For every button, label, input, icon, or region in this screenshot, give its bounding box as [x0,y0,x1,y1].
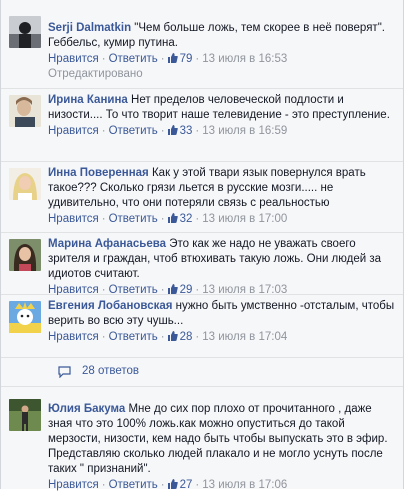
thumbs-up-icon [167,53,178,63]
comment-author[interactable]: Serji Dalmatkin [48,22,131,34]
like-count[interactable]: 27 [167,479,192,491]
reply-button[interactable]: Ответить [109,53,158,65]
comment-author[interactable]: Евгения Лобановская [48,300,172,312]
view-replies-row[interactable]: 28 ответов [1,358,403,387]
like-button[interactable]: Нравится [48,479,99,491]
comment-meta: Нравится · Ответить · 28 · 13 июля в 17:04 [48,331,288,343]
thumbs-up-icon [167,125,178,135]
thumbs-up-icon [167,331,178,341]
reply-button[interactable]: Ответить [109,213,158,225]
like-button[interactable]: Нравится [48,331,99,343]
comment-meta: Нравится · Ответить · 32 · 13 июля в 17:00 [48,213,288,225]
like-count[interactable]: 79 [167,53,192,65]
comment-meta: Нравится · Ответить · 79 · 13 июля в 16:53 [48,53,288,65]
comment-time[interactable]: 13 июля в 17:04 [202,331,287,343]
comment: Ирина Канина Нет пределов человеческой п… [1,89,403,162]
thumbs-up-icon [167,479,178,489]
comment-author[interactable]: Марина Афанасьева [48,238,166,250]
comment-time[interactable]: 13 июля в 16:59 [202,125,287,137]
avatar[interactable] [9,16,41,48]
avatar[interactable] [9,301,41,333]
like-button[interactable]: Нравится [48,53,99,65]
thumbs-up-icon [167,213,178,223]
comment-meta: Нравится · Ответить · 27 · 13 июля в 17:06 [48,479,288,491]
like-button[interactable]: Нравится [48,213,99,225]
comment: Serji Dalmatkin "Чем больше ложь, тем ск… [1,0,403,89]
comment: Юлия Бакума Мне до сих пор плохо от проч… [1,387,403,491]
comment-time[interactable]: 13 июля в 17:00 [202,213,287,225]
avatar[interactable] [9,239,41,271]
comment-author[interactable]: Ирина Канина [48,94,128,106]
comment-meta: Нравится · Ответить · 33 · 13 июля в 16:59 [48,125,288,137]
like-count[interactable]: 33 [167,125,192,137]
thumbs-up-icon [167,284,178,294]
like-count[interactable]: 32 [167,213,192,225]
comment: Марина Афанасьева Это как же надо не ува… [1,233,403,296]
comment: Инна Поверенная Как у этой твари язык по… [1,162,403,233]
comment: Евгения Лобановская нужно быть умственно… [1,295,403,358]
view-replies-link[interactable]: 28 ответов [82,365,139,377]
comment-author[interactable]: Юлия Бакума [48,403,125,415]
like-button[interactable]: Нравится [48,125,99,137]
reply-button[interactable]: Ответить [109,125,158,137]
edited-label[interactable]: Отредактировано [48,67,395,82]
speech-bubble-icon [58,366,71,378]
comment-time[interactable]: 13 июля в 16:53 [202,53,287,65]
avatar[interactable] [9,168,41,200]
comment-author[interactable]: Инна Поверенная [48,167,149,179]
reply-button[interactable]: Ответить [109,479,158,491]
avatar[interactable] [9,95,41,127]
reply-button[interactable]: Ответить [109,331,158,343]
avatar[interactable] [9,399,41,431]
comment-thread: Serji Dalmatkin "Чем больше ложь, тем ск… [0,0,404,491]
comment-time[interactable]: 13 июля в 17:06 [202,479,287,491]
like-count[interactable]: 28 [167,331,192,343]
